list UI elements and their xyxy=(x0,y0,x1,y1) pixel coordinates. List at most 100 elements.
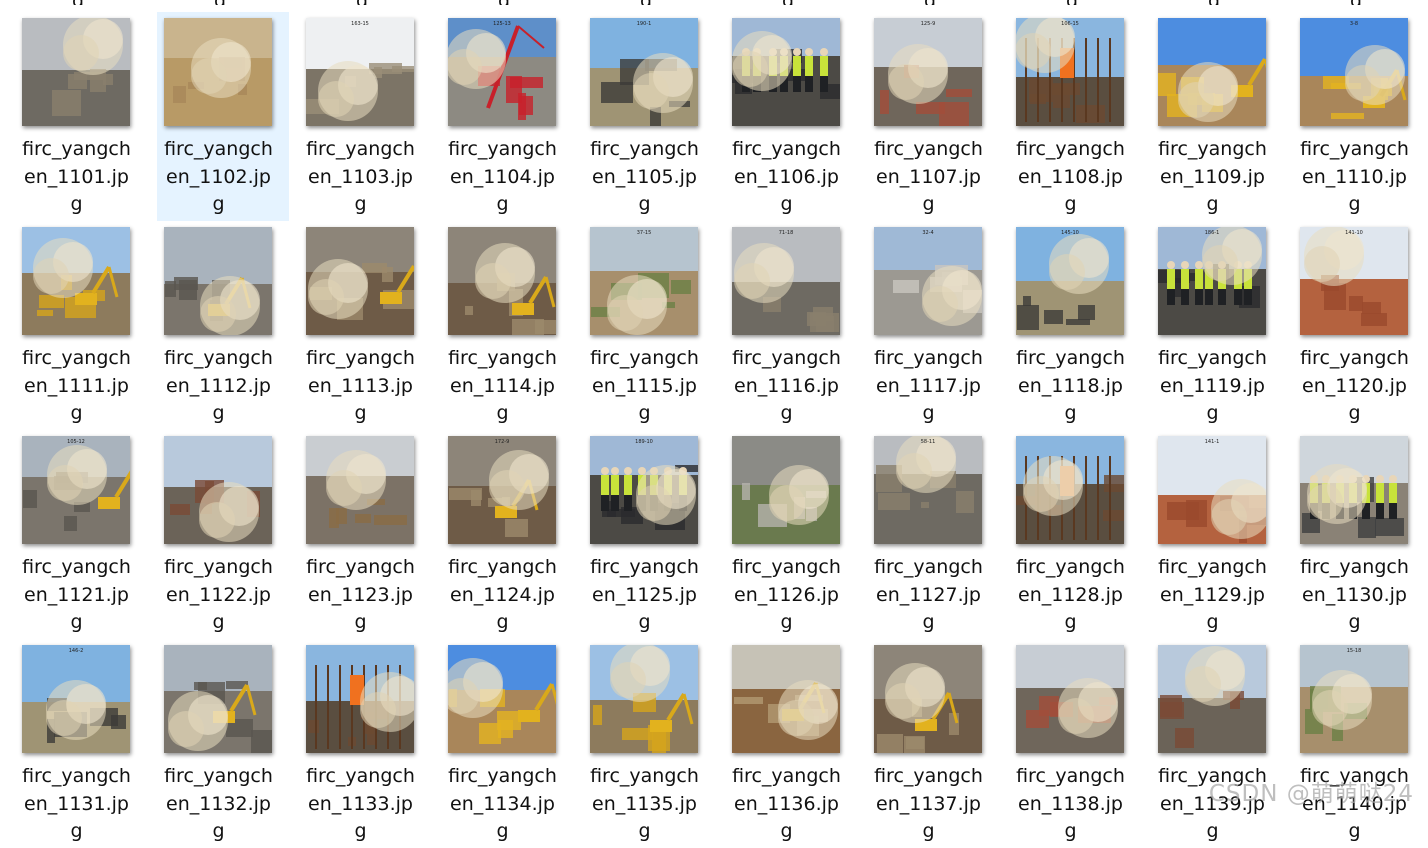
file-name-label: firc_yangchen_1132.jpg xyxy=(164,765,273,842)
svg-text:106-15: 106-15 xyxy=(1061,21,1079,27)
svg-text:141-1: 141-1 xyxy=(1205,439,1220,445)
image-thumbnail[interactable] xyxy=(448,645,556,753)
file-item[interactable]: 58-11 firc_yangchen_1127.jpg xyxy=(867,430,999,639)
image-thumbnail[interactable] xyxy=(164,436,272,544)
file-item[interactable]: 190-1 firc_yangchen_1105.jpg xyxy=(583,12,715,221)
file-name-label: firc_yangchen_1116.jpg xyxy=(732,347,841,424)
image-thumbnail[interactable]: 37-15 xyxy=(590,227,698,335)
image-thumbnail[interactable] xyxy=(22,18,130,126)
file-item[interactable]: firc_yangchen_1130.jpg xyxy=(1293,430,1425,639)
file-item[interactable]: firc_yangchen_1106.jpg xyxy=(725,12,857,221)
file-item[interactable]: firc_yangchen_1112.jpg xyxy=(157,221,289,430)
svg-text:37-15: 37-15 xyxy=(637,230,652,236)
image-thumbnail[interactable] xyxy=(1158,18,1266,126)
file-item[interactable]: firc_yangchen_1137.jpg xyxy=(867,639,999,848)
image-thumbnail[interactable]: 141-10 xyxy=(1300,227,1408,335)
file-item[interactable]: firc_yangchen_1128.jpg xyxy=(1009,430,1141,639)
file-item[interactable]: 37-15 firc_yangchen_1115.jpg xyxy=(583,221,715,430)
file-item[interactable]: firc_yangchen_1136.jpg xyxy=(725,639,857,848)
image-thumbnail[interactable]: 15-18 xyxy=(1300,645,1408,753)
file-item[interactable]: firc_yangchen_1133.jpg xyxy=(299,639,431,848)
file-item[interactable]: 71-18 firc_yangchen_1116.jpg xyxy=(725,221,857,430)
file-item[interactable]: firc_yangchen_1135.jpg xyxy=(583,639,715,848)
file-item[interactable]: firc_yangchen_1134.jpg xyxy=(441,639,573,848)
file-name-label: firc_yangchen_1104.jpg xyxy=(448,138,557,215)
file-name-label: firc_yangchen_1103.jpg xyxy=(306,138,415,215)
file-item[interactable]: firc_yangchen_1113.jpg xyxy=(299,221,431,430)
image-thumbnail[interactable] xyxy=(1016,645,1124,753)
image-thumbnail[interactable] xyxy=(306,227,414,335)
file-item[interactable]: firc_yangchen_1111.jpg xyxy=(15,221,147,430)
file-item[interactable]: 125-9 firc_yangchen_1107.jpg xyxy=(867,12,999,221)
file-name-label: firc_yangchen_1106.jpg xyxy=(732,138,841,215)
image-thumbnail[interactable] xyxy=(732,436,840,544)
file-item[interactable]: 145-10 firc_yangchen_1118.jpg xyxy=(1009,221,1141,430)
image-thumbnail[interactable] xyxy=(732,18,840,126)
image-thumbnail[interactable] xyxy=(590,645,698,753)
svg-text:189-10: 189-10 xyxy=(635,439,653,445)
file-item[interactable]: firc_yangchen_1139.jpg xyxy=(1151,639,1283,848)
file-item[interactable]: firc_yangchen_1102.jpg xyxy=(157,12,289,221)
file-name-label: firc_yangchen_1110.jpg xyxy=(1300,138,1409,215)
file-item[interactable]: firc_yangchen_1114.jpg xyxy=(441,221,573,430)
svg-text:145-10: 145-10 xyxy=(1061,230,1079,236)
file-item[interactable]: firc_yangchen_1132.jpg xyxy=(157,639,289,848)
file-item[interactable]: 32-4 firc_yangchen_1117.jpg xyxy=(867,221,999,430)
image-thumbnail[interactable]: 106-15 xyxy=(1016,18,1124,126)
image-thumbnail[interactable] xyxy=(22,227,130,335)
image-thumbnail[interactable]: 125-9 xyxy=(874,18,982,126)
file-item[interactable]: 146-2 firc_yangchen_1131.jpg xyxy=(15,639,147,848)
file-item[interactable]: firc_yangchen_1122.jpg xyxy=(157,430,289,639)
image-thumbnail[interactable]: 105-12 xyxy=(22,436,130,544)
image-thumbnail[interactable] xyxy=(306,436,414,544)
image-thumbnail[interactable]: 32-4 xyxy=(874,227,982,335)
image-thumbnail[interactable]: 145-10 xyxy=(1016,227,1124,335)
image-thumbnail[interactable] xyxy=(448,227,556,335)
file-item[interactable]: 186-1 firc_yangchen_1119.jpg xyxy=(1151,221,1283,430)
file-name-label: firc_yangchen_1112.jpg xyxy=(164,347,273,424)
file-item[interactable]: firc_yangchen_1101.jpg xyxy=(15,12,147,221)
file-name-label: firc_yangchen_1111.jpg xyxy=(22,347,131,424)
image-thumbnail[interactable] xyxy=(306,645,414,753)
image-thumbnail[interactable]: 190-1 xyxy=(590,18,698,126)
file-item[interactable]: firc_yangchen_1138.jpg xyxy=(1009,639,1141,848)
image-thumbnail[interactable] xyxy=(1158,645,1266,753)
file-item[interactable]: 163-15 firc_yangchen_1103.jpg xyxy=(299,12,431,221)
partial-filename-fragment: g xyxy=(639,0,653,5)
file-name-label: firc_yangchen_1115.jpg xyxy=(590,347,699,424)
image-thumbnail[interactable]: 71-18 xyxy=(732,227,840,335)
file-item[interactable]: 172-9 firc_yangchen_1124.jpg xyxy=(441,430,573,639)
image-thumbnail[interactable] xyxy=(1016,436,1124,544)
image-thumbnail[interactable] xyxy=(164,645,272,753)
file-item[interactable]: 106-15 firc_yangchen_1108.jpg xyxy=(1009,12,1141,221)
image-thumbnail[interactable]: 163-15 xyxy=(306,18,414,126)
image-thumbnail[interactable]: 189-10 xyxy=(590,436,698,544)
image-thumbnail[interactable]: 146-2 xyxy=(22,645,130,753)
file-item[interactable]: 15-18 firc_yangchen_1140.jpg xyxy=(1293,639,1425,848)
image-thumbnail[interactable] xyxy=(732,645,840,753)
file-name-label: firc_yangchen_1105.jpg xyxy=(590,138,699,215)
image-thumbnail[interactable]: 186-1 xyxy=(1158,227,1266,335)
svg-text:15-18: 15-18 xyxy=(1347,648,1362,654)
file-item[interactable]: 141-1 firc_yangchen_1129.jpg xyxy=(1151,430,1283,639)
image-thumbnail[interactable]: 125-13 xyxy=(448,18,556,126)
file-name-label: firc_yangchen_1101.jpg xyxy=(22,138,131,215)
image-thumbnail[interactable] xyxy=(164,227,272,335)
image-thumbnail[interactable]: 58-11 xyxy=(874,436,982,544)
file-item[interactable]: 125-13 firc_yangchen_1104.jpg xyxy=(441,12,573,221)
file-item[interactable]: firc_yangchen_1109.jpg xyxy=(1151,12,1283,221)
file-item[interactable]: firc_yangchen_1126.jpg xyxy=(725,430,857,639)
partial-filename-fragment: g xyxy=(497,0,511,5)
image-thumbnail[interactable] xyxy=(164,18,272,126)
file-name-label: firc_yangchen_1136.jpg xyxy=(732,765,841,842)
image-thumbnail[interactable] xyxy=(1300,436,1408,544)
file-item[interactable]: 189-10 firc_yangchen_1125.jpg xyxy=(583,430,715,639)
image-thumbnail[interactable]: 141-1 xyxy=(1158,436,1266,544)
file-item[interactable]: 105-12 firc_yangchen_1121.jpg xyxy=(15,430,147,639)
image-thumbnail[interactable] xyxy=(874,645,982,753)
image-thumbnail[interactable]: 172-9 xyxy=(448,436,556,544)
image-thumbnail[interactable]: 3-8 xyxy=(1300,18,1408,126)
file-item[interactable]: firc_yangchen_1123.jpg xyxy=(299,430,431,639)
file-item[interactable]: 141-10 firc_yangchen_1120.jpg xyxy=(1293,221,1425,430)
file-item[interactable]: 3-8 firc_yangchen_1110.jpg xyxy=(1293,12,1425,221)
